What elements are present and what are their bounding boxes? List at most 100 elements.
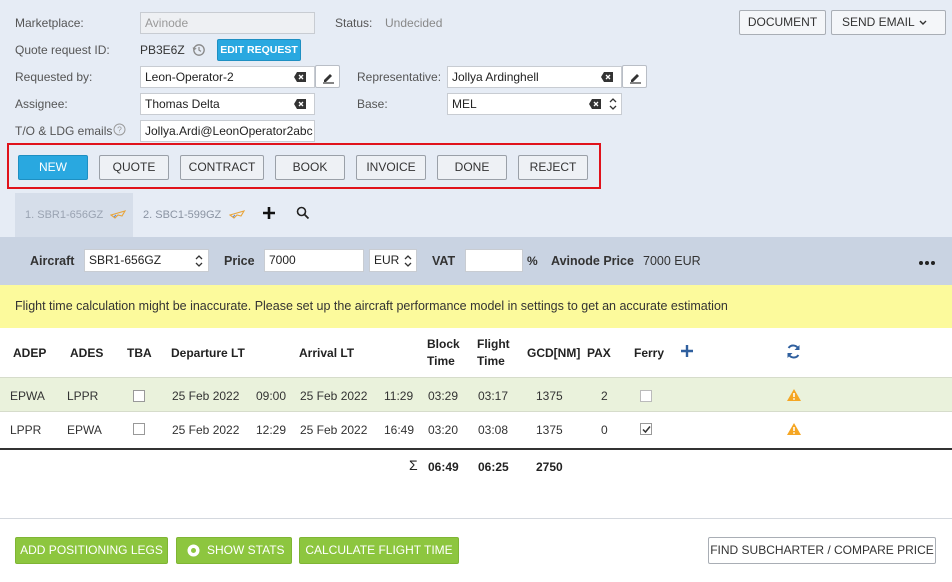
col-ferry: Ferry [634,346,665,360]
stats-icon [187,544,200,557]
calculate-flight-time-button[interactable]: CALCULATE FLIGHT TIME [299,537,459,564]
refresh-icon[interactable] [785,343,803,361]
representative-field[interactable]: Jollya Ardinghell [447,66,622,88]
warning-icon[interactable] [786,388,802,402]
emails-label: T/O & LDG emails [15,124,113,138]
footer-divider [0,518,952,519]
table-row[interactable]: EPWA LPPR 25 Feb 2022 09:00 25 Feb 2022 … [0,377,952,412]
cell-dep-date: 25 Feb 2022 [172,389,240,403]
price-label: Price [224,254,255,268]
total-block: 06:49 [428,460,459,474]
send-email-button[interactable]: SEND EMAIL [831,10,946,35]
cell-pax: 2 [601,389,608,403]
currency-value: EUR [374,253,400,267]
tba-checkbox[interactable] [133,423,145,435]
ferry-checkbox[interactable] [640,390,652,402]
more-options-icon[interactable] [918,255,938,265]
edit-request-button[interactable]: EDIT REQUEST [217,39,301,61]
col-tba: TBA [127,346,152,360]
col-arrival: Arrival LT [299,346,355,360]
clear-icon[interactable] [589,99,601,109]
emails-field[interactable]: Jollya.Ardi@LeonOperator2abc [140,120,315,142]
percent-label: % [527,254,538,268]
status-done-button[interactable]: DONE [437,155,507,180]
history-icon[interactable] [192,43,206,60]
vat-input[interactable] [465,249,523,272]
cell-arr-date: 25 Feb 2022 [300,423,368,437]
status-value: Undecided [385,16,443,30]
total-flight: 06:25 [478,460,509,474]
cell-arr-time: 11:29 [384,389,414,403]
currency-select[interactable]: EUR [369,249,417,272]
col-adep: ADEP [13,346,47,360]
add-positioning-legs-button[interactable]: ADD POSITIONING LEGS [15,537,168,564]
representative-value: Jollya Ardinghell [452,70,539,84]
base-label: Base: [357,97,388,111]
select-arrows-icon [195,255,203,267]
assignee-value: Thomas Delta [145,97,220,111]
cell-adep: EPWA [10,389,45,403]
tba-checkbox[interactable] [133,390,145,402]
clear-icon[interactable] [294,72,306,82]
cell-adep: LPPR [10,423,42,437]
col-flight-time-1: Flight [477,337,510,351]
tab-aircraft-2[interactable]: 2. SBC1-599GZ [133,193,251,237]
edit-representative-button[interactable] [622,65,647,88]
cell-dep-time: 12:29 [256,423,287,437]
col-flight-time-2: Time [477,354,505,368]
document-button[interactable]: DOCUMENT [739,10,826,35]
cell-flight: 03:08 [478,423,509,437]
aircraft-value: SBR1-656GZ [89,253,162,267]
clear-icon[interactable] [294,99,306,109]
select-arrows-icon [404,255,412,267]
ferry-checkbox[interactable] [640,423,652,435]
clear-icon[interactable] [601,72,613,82]
find-subcharter-button[interactable]: FIND SUBCHARTER / COMPARE PRICE [708,537,936,564]
sigma-symbol: Σ [409,457,418,473]
chevron-down-icon [919,20,927,25]
add-leg-icon[interactable] [680,344,696,360]
totals-divider [0,448,952,450]
status-quote-button[interactable]: QUOTE [99,155,169,180]
aircraft-label: Aircraft [30,254,75,268]
avinode-price-value: 7000 EUR [643,254,701,268]
status-label: Status: [335,16,373,30]
assignee-field[interactable]: Thomas Delta [140,93,315,115]
warning-icon[interactable] [786,422,802,436]
table-row[interactable]: LPPR EPWA 25 Feb 2022 12:29 25 Feb 2022 … [0,412,952,447]
show-stats-button[interactable]: SHOW STATS [176,537,292,564]
col-ades: ADES [70,346,104,360]
col-departure: Departure LT [171,346,245,360]
help-icon[interactable]: ? [113,123,126,139]
pencil-icon [323,74,334,84]
select-arrows-icon [609,98,617,110]
send-email-label: SEND EMAIL [842,15,915,29]
edit-requested-by-button[interactable] [315,65,340,88]
quote-id-label: Quote request ID: [15,43,110,57]
plane-icon [110,210,126,219]
vat-label: VAT [432,254,456,268]
tab-label: 1. SBR1-656GZ [25,209,104,221]
cell-ades: LPPR [67,389,99,403]
status-invoice-button[interactable]: INVOICE [356,155,426,180]
status-new-button[interactable]: NEW [18,155,88,180]
cell-dep-date: 25 Feb 2022 [172,423,240,437]
quote-id-value: PB3E6Z [140,43,185,57]
status-book-button[interactable]: BOOK [275,155,345,180]
cell-arr-date: 25 Feb 2022 [300,389,368,403]
cell-block: 03:29 [428,389,459,403]
search-icon[interactable] [296,206,312,222]
marketplace-label: Marketplace: [15,16,84,30]
tab-aircraft-1[interactable]: 1. SBR1-656GZ [15,193,133,237]
price-input[interactable]: 7000 [264,249,364,272]
assignee-label: Assignee: [15,97,68,111]
status-reject-button[interactable]: REJECT [518,155,588,180]
requested-by-field[interactable]: Leon-Operator-2 [140,66,315,88]
base-select[interactable]: MEL [447,93,622,115]
col-block-time-1: Block [427,337,460,351]
status-contract-button[interactable]: CONTRACT [180,155,264,180]
aircraft-select[interactable]: SBR1-656GZ [84,249,209,272]
cell-block: 03:20 [428,423,459,437]
add-tab-icon[interactable] [261,205,279,223]
requested-by-value: Leon-Operator-2 [145,70,234,84]
